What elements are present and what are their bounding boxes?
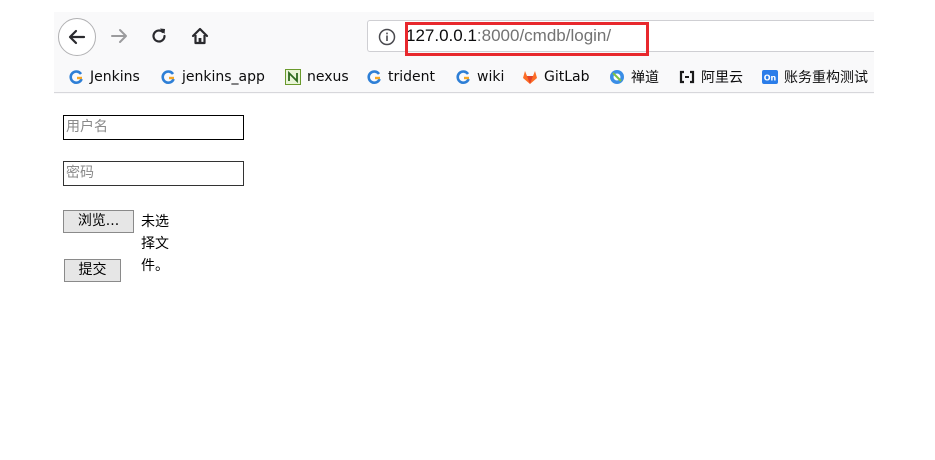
bookmark-label: trident xyxy=(388,69,435,85)
jenkins-icon xyxy=(161,70,175,84)
browse-file-button[interactable]: 浏览... xyxy=(63,210,134,233)
submit-button[interactable]: 提交 xyxy=(64,259,121,282)
forward-arrow-icon xyxy=(111,29,127,43)
svg-text:On: On xyxy=(764,74,777,83)
bookmark-jenkins[interactable]: Jenkins xyxy=(68,66,140,88)
bookmark-nexus[interactable]: nexus xyxy=(285,66,349,88)
bookmark-label: 账务重构测试 xyxy=(784,70,868,86)
bookmark-billing-test[interactable]: On 账务重构测试 xyxy=(762,66,868,88)
home-icon xyxy=(191,27,209,45)
bookmark-zentao[interactable]: 禅道 xyxy=(609,66,659,88)
bookmark-label: 阿里云 xyxy=(701,70,743,86)
bookmark-gitlab[interactable]: GitLab xyxy=(522,66,590,88)
reload-button[interactable] xyxy=(144,21,174,51)
on-icon: On xyxy=(762,70,778,84)
nexus-icon xyxy=(285,69,301,85)
bookmark-aliyun[interactable]: 阿里云 xyxy=(679,66,743,88)
back-button[interactable] xyxy=(58,18,96,56)
bookmark-label: 禅道 xyxy=(631,70,659,86)
gitlab-icon xyxy=(523,71,537,84)
reload-icon xyxy=(152,28,166,43)
zentao-icon xyxy=(610,70,624,84)
back-arrow-icon xyxy=(68,29,86,45)
bookmarks-toolbar: Jenkins jenkins_app nexus trident wiki G… xyxy=(54,64,874,90)
bookmark-jenkins-app[interactable]: jenkins_app xyxy=(160,66,265,88)
no-file-selected-text: 未选择文件。 xyxy=(141,214,169,274)
bookmark-label: Jenkins xyxy=(90,69,140,85)
forward-button[interactable] xyxy=(104,21,134,51)
toolbar-divider xyxy=(54,92,874,93)
password-input[interactable]: 密码 xyxy=(63,161,244,186)
home-button[interactable] xyxy=(185,21,215,51)
bookmark-label: nexus xyxy=(307,69,349,85)
info-icon[interactable] xyxy=(377,27,397,47)
username-input[interactable]: 用户名 xyxy=(63,115,244,140)
bookmark-label: jenkins_app xyxy=(182,69,265,85)
bookmark-wiki[interactable]: wiki xyxy=(455,66,504,88)
cropped-top-text xyxy=(0,0,935,10)
jenkins-icon xyxy=(367,70,381,84)
jenkins-icon xyxy=(69,70,83,84)
url-highlight-box xyxy=(405,22,649,56)
bookmark-label: GitLab xyxy=(544,69,590,85)
aliyun-icon xyxy=(679,70,695,84)
bookmark-label: wiki xyxy=(477,69,505,85)
jenkins-icon xyxy=(456,70,470,84)
bookmark-trident[interactable]: trident xyxy=(366,66,435,88)
